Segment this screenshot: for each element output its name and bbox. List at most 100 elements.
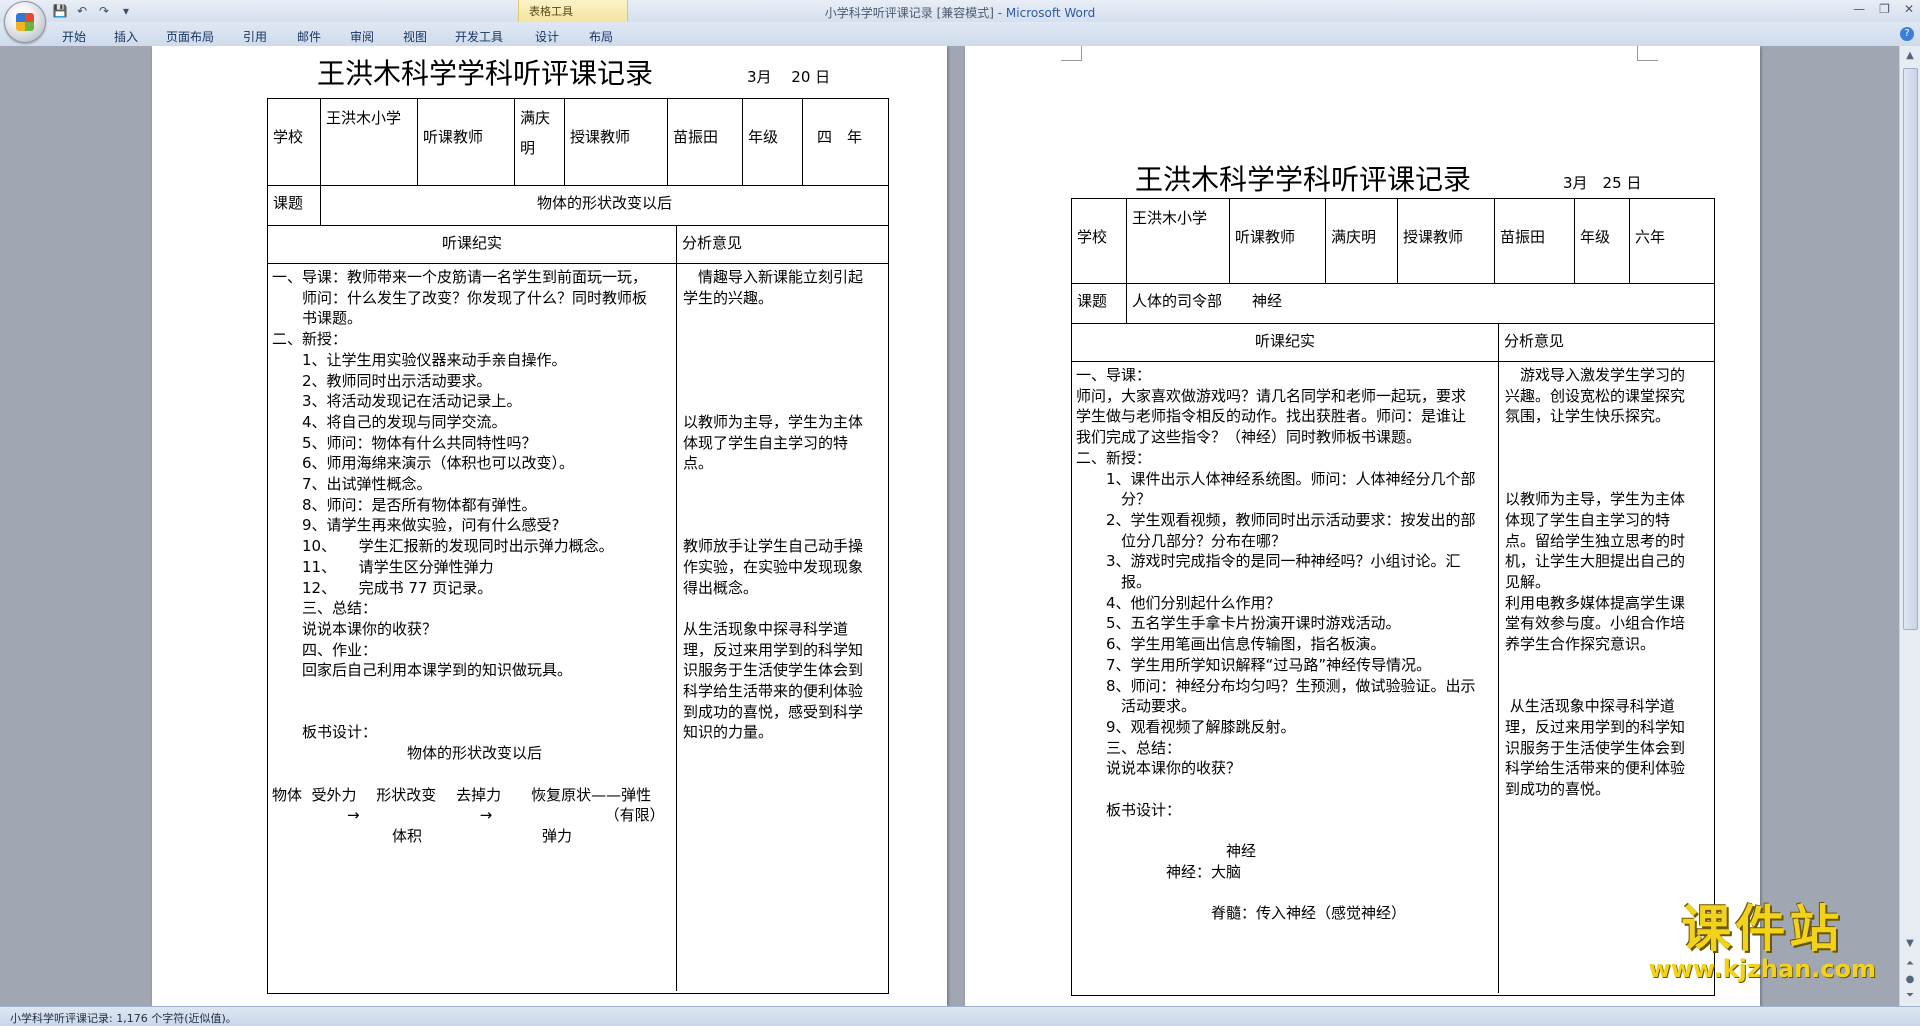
analysis-cell[interactable]: 游戏导入激发学生学习的 兴趣。创设宽松的课堂探究 氛围，让学生快乐探究。 以教师为主…	[1499, 361, 1714, 993]
text-line: 师问，大家喜欢做游戏吗？请几名同学和老师一起玩，要求	[1076, 386, 1467, 405]
tab-mailings[interactable]: 邮件	[297, 28, 321, 45]
text-line: 到成功的喜悦，感受到科学	[683, 702, 864, 721]
text-line	[272, 702, 670, 723]
text-line: 回家后自己利用本课学到的知识做玩具。	[272, 661, 573, 680]
scroll-up-icon[interactable]: ▲	[1904, 50, 1916, 62]
document-workspace: 王洪木科学学科听评课记录 3月 20 日 学校 王洪木小学 听课教师 满庆明 授…	[0, 46, 1900, 1006]
school-value[interactable]: 王洪木小学	[321, 99, 418, 185]
listener-value[interactable]: 满庆明	[1326, 199, 1398, 283]
text-line: 以教师为主导，学生为主体	[683, 412, 864, 431]
text-line	[1505, 448, 1710, 469]
text-line: 作实验，在实验中发现现象	[683, 557, 864, 576]
table-row: 一、导课：教师带来一个皮筋请一名学生到前面玩一玩， 师问：什么发生了改变？你发现…	[268, 263, 888, 991]
page-title: 王洪木科学学科听评课记录	[317, 57, 654, 90]
tab-review[interactable]: 审阅	[350, 28, 374, 45]
office-button[interactable]	[4, 1, 46, 43]
text-line: 5、五名学生手拿卡片扮演开课时游戏活动。	[1076, 614, 1401, 633]
app-name: - Microsoft Word	[993, 6, 1096, 20]
analysis-header: 分析意见	[1504, 332, 1565, 350]
text-line: 师问：什么发生了改变？你发现了什么？同时教师板	[272, 288, 648, 307]
text-line: 物体的形状改变以后	[272, 744, 543, 763]
text-line	[1505, 655, 1710, 676]
text-line: 从生活现象中探寻科学道	[1505, 697, 1675, 716]
page-left: 王洪木科学学科听评课记录 3月 20 日 学校 王洪木小学 听课教师 满庆明 授…	[152, 46, 947, 1006]
tab-layout[interactable]: 布局	[589, 28, 613, 45]
text-line: 学生做与老师指令相反的动作。找出获胜者。师问：是谁让	[1076, 407, 1467, 426]
word-count-status[interactable]: 小学科学听评课记录: 1,176 个字符(近似值)。	[10, 1010, 237, 1026]
close-button[interactable]: ✕	[1904, 2, 1914, 16]
topic-value[interactable]: 人体的司令部 神经	[1127, 283, 1714, 323]
table-row: 听课纪实 分析意见	[1072, 323, 1714, 362]
tab-view[interactable]: 视图	[403, 28, 427, 45]
text-line	[1505, 676, 1710, 697]
scrollbar-thumb[interactable]	[1903, 68, 1918, 630]
table-row: 听课纪实 分析意见	[268, 225, 888, 264]
next-page-icon[interactable]: ⏷	[1904, 990, 1916, 1002]
grade-value[interactable]: 六年	[1630, 199, 1714, 283]
teacher-value[interactable]: 苗振田	[1495, 199, 1575, 283]
text-line: 三、总结：	[272, 599, 378, 618]
topic-value[interactable]: 物体的形状改变以后	[321, 185, 888, 225]
minimize-button[interactable]: —	[1853, 2, 1865, 16]
text-line: 情趣导入新课能立刻引起	[683, 268, 864, 286]
text-line: 见解。	[1505, 573, 1551, 592]
teacher-value[interactable]: 苗振田	[668, 99, 743, 185]
text-line: 学生的兴趣。	[683, 288, 774, 307]
analysis-text: 游戏导入激发学生学习的 兴趣。创设宽松的课堂探究 氛围，让学生快乐探究。 以教师为主…	[1505, 365, 1710, 800]
table-row: 课题 人体的司令部 神经	[1072, 283, 1714, 324]
tab-insert[interactable]: 插入	[114, 28, 138, 45]
select-browse-object-icon[interactable]: ●	[1904, 974, 1916, 986]
text-line: 分？	[1076, 490, 1152, 509]
watermark-text: 课件站	[1681, 900, 1844, 958]
teacher-label: 授课教师	[1398, 199, 1495, 283]
table-row: 学校 王洪木小学 听课教师 满庆明 授课教师 苗振田 年级 六年	[1072, 199, 1714, 284]
ribbon-tabs: 开始 插入 页面布局 引用 邮件 审阅 视图 开发工具 设计 布局	[0, 22, 1920, 47]
vertical-scrollbar[interactable]: ▲ ▼ ⏶ ● ⏷	[1899, 46, 1920, 1006]
listener-label: 听课教师	[1230, 199, 1326, 283]
grade-label: 年级	[743, 99, 803, 185]
school-value[interactable]: 王洪木小学	[1127, 199, 1230, 283]
tab-references[interactable]: 引用	[243, 28, 267, 45]
text-line: 二、新授：	[272, 330, 348, 349]
help-icon[interactable]: ?	[1900, 27, 1914, 41]
text-line: 识服务于生活使学生体会到	[1505, 738, 1686, 757]
analysis-cell[interactable]: 情趣导入新课能立刻引起 学生的兴趣。 以教师为主导，学生为主体 体现了学生自主学习的…	[677, 263, 888, 991]
table-row: 课题 物体的形状改变以后	[268, 185, 888, 226]
record-cell[interactable]: 一、导课： 师问，大家喜欢做游戏吗？请几名同学和老师一起玩，要求 学生做与老师指令相…	[1072, 361, 1499, 993]
text-line: 体现了学生自主学习的特	[683, 433, 849, 452]
table-row: 学校 王洪木小学 听课教师 满庆明 授课教师 苗振田 年级 四 年	[268, 99, 888, 186]
text-line	[683, 495, 884, 516]
text-line	[1505, 427, 1710, 448]
record-text: 一、导课： 师问，大家喜欢做游戏吗？请几名同学和老师一起玩，要求 学生做与老师指令相…	[1076, 365, 1492, 924]
text-line: 9、请学生再来做实验，问有什么感受?	[272, 516, 560, 535]
text-line: 10、 学生汇报新的发现同时出示弹力概念。	[272, 537, 614, 556]
date-label: 3月 25 日	[1563, 174, 1642, 192]
text-line	[683, 515, 884, 536]
listener-value[interactable]: 满庆明	[515, 99, 565, 185]
text-line: 说说本课你的收获？	[1076, 759, 1242, 778]
text-line: 堂有效参与度。小组合作培	[1505, 614, 1686, 633]
tab-developer[interactable]: 开发工具	[455, 28, 503, 45]
text-line	[1076, 779, 1492, 800]
tab-page-layout[interactable]: 页面布局	[166, 28, 214, 45]
text-line	[272, 764, 670, 785]
tab-home[interactable]: 开始	[62, 28, 86, 45]
text-line: 活动要求。	[1076, 697, 1197, 716]
text-line: 以教师为主导，学生为主体	[1505, 490, 1686, 509]
previous-page-icon[interactable]: ⏶	[1904, 958, 1916, 970]
text-line: 11、 请学生区分弹性弹力	[272, 557, 494, 576]
window-title: 小学科学听评课记录 [兼容模式] - Microsoft Word	[0, 4, 1920, 21]
text-line: 12、 完成书 77 页记录。	[272, 578, 493, 597]
school-label: 学校	[268, 99, 321, 185]
text-line: 理，反过来用学到的科学知	[683, 640, 864, 659]
text-line: 4、将自己的发现与同学交流。	[272, 412, 507, 431]
topic-label: 课题	[1072, 283, 1127, 323]
scroll-down-icon[interactable]: ▼	[1904, 938, 1916, 950]
tab-design[interactable]: 设计	[535, 28, 559, 45]
grade-value[interactable]: 四 年	[803, 99, 888, 185]
page-right: 王洪木科学学科听评课记录 3月 25 日 学校 王洪木小学 听课教师 满庆明 授…	[965, 46, 1760, 1006]
record-header: 听课纪实	[1072, 323, 1499, 361]
maximize-button[interactable]: ❐	[1879, 2, 1890, 16]
record-cell[interactable]: 一、导课：教师带来一个皮筋请一名学生到前面玩一玩， 师问：什么发生了改变？你发现…	[268, 263, 677, 991]
watermark-url: www.kjzhan.com	[1648, 955, 1876, 983]
